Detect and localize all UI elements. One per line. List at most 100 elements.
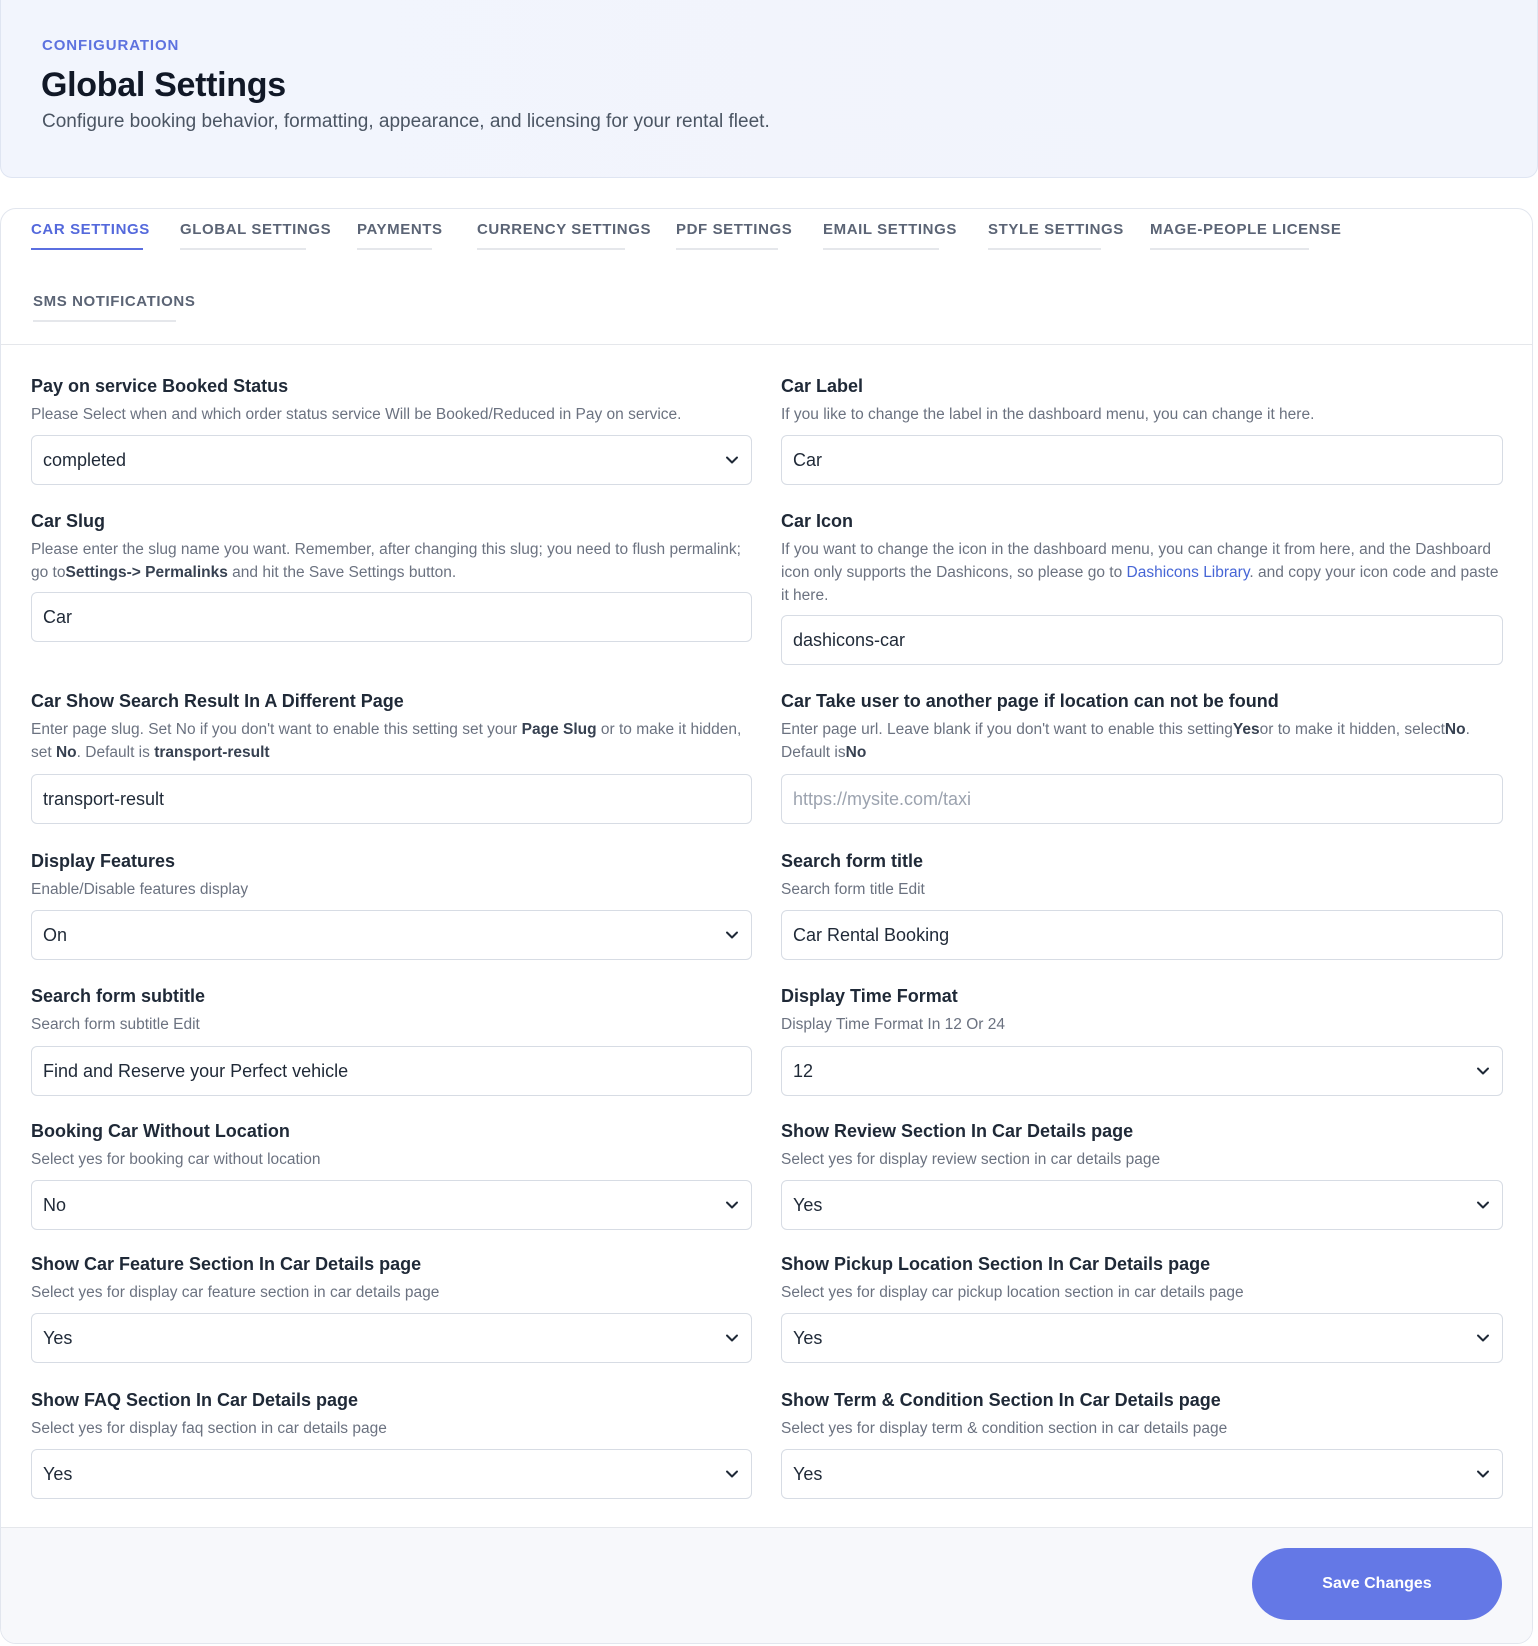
chevron-down-icon: [726, 456, 738, 464]
display-features-value: On: [43, 924, 68, 945]
location-not-found-placeholder: https://mysite.com/taxi: [793, 788, 972, 809]
pay-status-description: Please Select when and which order statu…: [31, 406, 682, 423]
show-review-description: Select yes for display review section in…: [781, 1151, 1161, 1168]
tabs-divider: [1, 344, 1532, 345]
show-pickup-select[interactable]: Yes: [781, 1313, 1503, 1363]
show-terms-label: Show Term & Condition Section In Car Det…: [781, 1390, 1221, 1410]
tab-currency-settings[interactable]: CURRENCY SETTINGS: [477, 221, 651, 238]
show-review-label: Show Review Section In Car Details page: [781, 1121, 1134, 1141]
show-review-value: Yes: [793, 1194, 823, 1215]
time-format-description: Display Time Format In 12 Or 24: [781, 1016, 1005, 1033]
show-feature-label: Show Car Feature Section In Car Details …: [31, 1254, 422, 1274]
booking-without-location-label: Booking Car Without Location: [31, 1121, 290, 1141]
chevron-down-icon: [1477, 1067, 1489, 1075]
car-icon-value: dashicons-car: [793, 629, 906, 650]
location-not-found-input[interactable]: https://mysite.com/taxi: [781, 774, 1503, 824]
show-faq-label: Show FAQ Section In Car Details page: [31, 1390, 359, 1410]
search-result-page-description: Enter page slug. Set No if you don't wan…: [31, 721, 742, 761]
car-slug-description: Please enter the slug name you want. Rem…: [31, 541, 741, 581]
search-form-subtitle-label: Search form subtitle: [31, 986, 206, 1006]
search-form-subtitle-input[interactable]: Find and Reserve your Perfect vehicle: [31, 1046, 752, 1096]
tab-car-settings-underline: [31, 248, 143, 250]
show-faq-select[interactable]: Yes: [31, 1449, 752, 1499]
car-icon-input[interactable]: dashicons-car: [781, 615, 1503, 665]
time-format-select[interactable]: 12: [781, 1046, 1503, 1096]
search-result-page-value: transport-result: [43, 788, 165, 809]
display-features-label: Display Features: [31, 851, 176, 871]
pay-status-value: completed: [43, 449, 127, 470]
car-label-input[interactable]: Car: [781, 435, 1503, 485]
car-label-value: Car: [793, 449, 823, 470]
tab-global-settings[interactable]: GLOBAL SETTINGS: [180, 221, 331, 238]
tab-sms-notifications[interactable]: SMS NOTIFICATIONS: [33, 293, 195, 310]
search-form-subtitle-value: Find and Reserve your Perfect vehicle: [43, 1060, 349, 1081]
show-terms-select[interactable]: Yes: [781, 1449, 1503, 1499]
tab-email-settings-underline: [823, 248, 939, 250]
car-slug-value: Car: [43, 606, 73, 627]
search-form-title-value: Car Rental Booking: [793, 924, 950, 945]
search-result-page-input[interactable]: transport-result: [31, 774, 752, 824]
page-subtitle: Configure booking behavior, formatting, …: [42, 111, 770, 132]
chevron-down-icon: [726, 1470, 738, 1478]
tab-payments-underline: [357, 248, 432, 250]
tab-car-settings[interactable]: CAR SETTINGS: [31, 221, 150, 238]
search-form-title-input[interactable]: Car Rental Booking: [781, 910, 1503, 960]
save-changes-button[interactable]: Save Changes: [1252, 1548, 1502, 1620]
page-title: Global Settings: [41, 66, 286, 104]
settings-card: CAR SETTINGS GLOBAL SETTINGS PAYMENTS CU…: [0, 208, 1533, 1644]
tab-currency-settings-underline: [477, 248, 625, 250]
tab-global-settings-underline: [180, 248, 306, 250]
search-form-subtitle-description: Search form subtitle Edit: [31, 1016, 200, 1033]
booking-without-location-select[interactable]: No: [31, 1180, 752, 1230]
search-result-page-label: Car Show Search Result In A Different Pa…: [31, 691, 404, 711]
tab-pdf-settings-underline: [676, 248, 778, 250]
pay-status-label: Pay on service Booked Status: [31, 376, 289, 396]
location-not-found-description: Enter page url. Leave blank if you don't…: [781, 721, 1470, 761]
chevron-down-icon: [726, 1201, 738, 1209]
display-features-select[interactable]: On: [31, 910, 752, 960]
tab-style-settings-underline: [988, 248, 1101, 250]
show-terms-description: Select yes for display term & condition …: [781, 1420, 1228, 1437]
car-slug-input[interactable]: Car: [31, 592, 752, 642]
tab-style-settings[interactable]: STYLE SETTINGS: [988, 221, 1124, 238]
car-slug-label: Car Slug: [31, 511, 106, 531]
tab-email-settings[interactable]: EMAIL SETTINGS: [823, 221, 957, 238]
booking-without-location-description: Select yes for booking car without locat…: [31, 1151, 321, 1168]
settings-footer: Save Changes: [1, 1527, 1532, 1643]
page-eyebrow: CONFIGURATION: [42, 37, 180, 54]
car-label-description: If you like to change the label in the d…: [781, 406, 1315, 423]
tab-mage-people-license-underline: [1150, 248, 1309, 250]
location-not-found-label: Car Take user to another page if locatio…: [781, 691, 1279, 711]
show-feature-value: Yes: [43, 1327, 73, 1348]
tab-mage-people-license[interactable]: MAGE-PEOPLE LICENSE: [1150, 221, 1341, 238]
show-faq-value: Yes: [43, 1463, 73, 1484]
car-icon-description: If you want to change the icon in the da…: [781, 541, 1499, 604]
show-faq-description: Select yes for display faq section in ca…: [31, 1420, 387, 1437]
search-form-title-label: Search form title: [781, 851, 924, 871]
time-format-label: Display Time Format: [781, 986, 958, 1006]
show-feature-select[interactable]: Yes: [31, 1313, 752, 1363]
show-pickup-value: Yes: [793, 1327, 823, 1348]
chevron-down-icon: [1477, 1470, 1489, 1478]
chevron-down-icon: [1477, 1201, 1489, 1209]
booking-without-location-value: No: [43, 1194, 67, 1215]
chevron-down-icon: [1477, 1334, 1489, 1342]
search-form-title-description: Search form title Edit: [781, 881, 925, 898]
display-features-description: Enable/Disable features display: [31, 881, 249, 898]
chevron-down-icon: [726, 931, 738, 939]
tab-pdf-settings[interactable]: PDF SETTINGS: [676, 221, 792, 238]
show-feature-description: Select yes for display car feature secti…: [31, 1284, 440, 1301]
show-pickup-description: Select yes for display car pickup locati…: [781, 1284, 1244, 1301]
tab-payments[interactable]: PAYMENTS: [357, 221, 443, 238]
car-icon-label: Car Icon: [781, 511, 854, 531]
show-pickup-label: Show Pickup Location Section In Car Deta…: [781, 1254, 1211, 1274]
pay-status-select[interactable]: completed: [31, 435, 752, 485]
show-terms-value: Yes: [793, 1463, 823, 1484]
chevron-down-icon: [726, 1334, 738, 1342]
show-review-select[interactable]: Yes: [781, 1180, 1503, 1230]
tab-sms-notifications-underline: [33, 320, 176, 322]
dashicons-library-link[interactable]: Dashicons Library: [1127, 564, 1250, 581]
time-format-value: 12: [793, 1060, 814, 1081]
car-label-label: Car Label: [781, 376, 864, 396]
page-header: CONFIGURATION Global Settings Configure …: [0, 0, 1538, 178]
